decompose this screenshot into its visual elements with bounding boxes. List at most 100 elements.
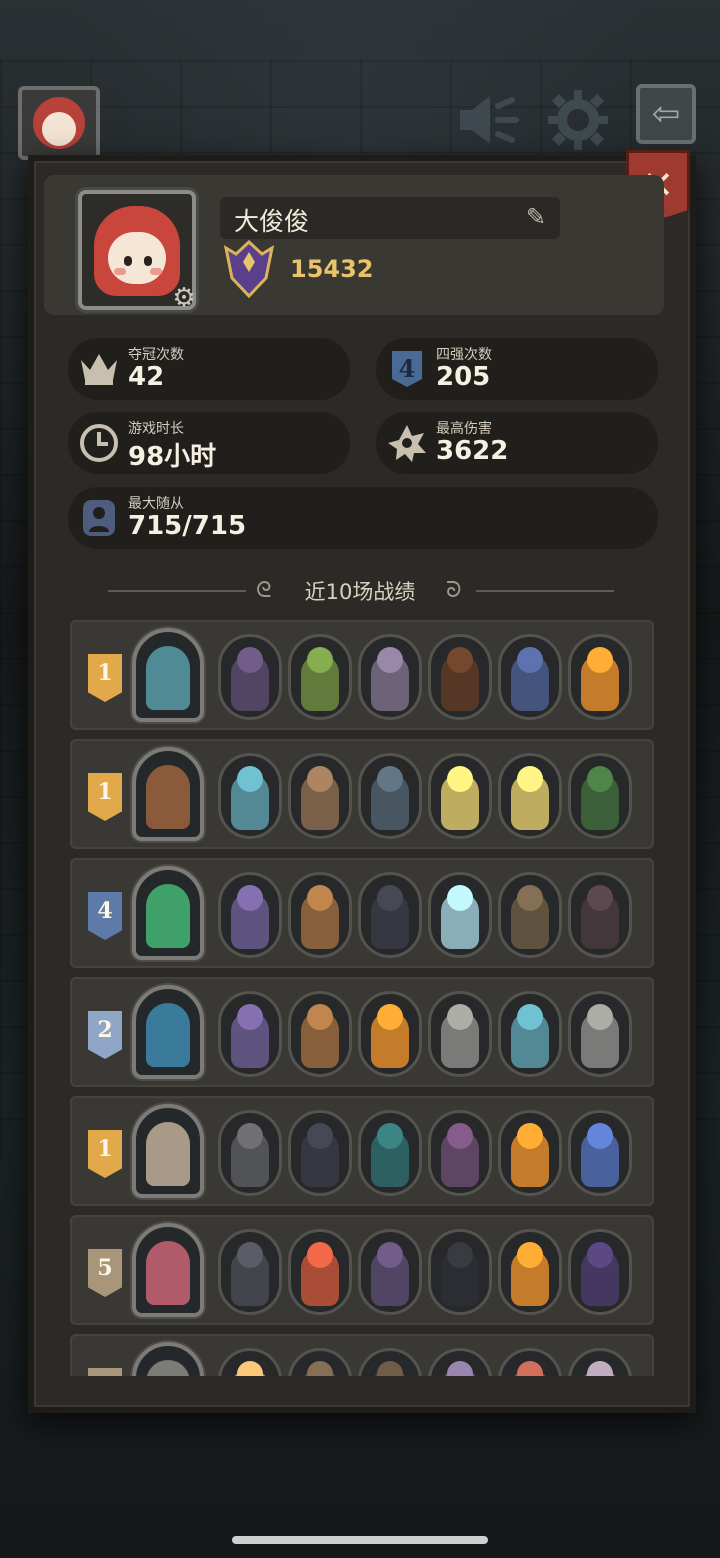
minion-head <box>587 1123 613 1149</box>
minion-card[interactable] <box>218 1348 282 1376</box>
match-history-list[interactable]: 1 1 4 2 1 5 <box>66 620 658 1376</box>
minion-card[interactable] <box>288 753 352 839</box>
hero-portrait[interactable] <box>132 1342 204 1376</box>
minion-card[interactable] <box>288 1348 352 1376</box>
minion-card[interactable] <box>218 991 282 1077</box>
minion-head <box>237 766 263 792</box>
match-row[interactable]: 1 <box>70 739 654 849</box>
svg-text:4: 4 <box>399 354 416 383</box>
hero-portrait[interactable] <box>132 1104 204 1198</box>
player-name-bar[interactable]: 大俊俊 ✎ <box>220 197 560 239</box>
match-row[interactable]: 1 <box>70 1096 654 1206</box>
minion-card[interactable] <box>358 1229 422 1315</box>
top4-icon: 4 <box>384 346 430 392</box>
minion-card[interactable] <box>358 872 422 958</box>
minion-card[interactable] <box>428 991 492 1077</box>
hero-portrait[interactable] <box>132 1223 204 1317</box>
minion-card[interactable] <box>218 634 282 720</box>
hero-portrait[interactable] <box>132 747 204 841</box>
minion-card[interactable] <box>568 1110 632 1196</box>
hero-portrait[interactable] <box>132 985 204 1079</box>
minion-card[interactable] <box>218 872 282 958</box>
match-row[interactable]: 5 <box>70 1215 654 1325</box>
minion-card[interactable] <box>288 1229 352 1315</box>
minion-card[interactable] <box>498 753 562 839</box>
minion-card[interactable] <box>288 991 352 1077</box>
exit-button[interactable]: ⇦ <box>636 84 696 144</box>
minion-head <box>307 647 333 673</box>
minion-head <box>587 1361 613 1376</box>
minion-head <box>517 1123 543 1149</box>
minion-card[interactable] <box>288 872 352 958</box>
placement-badge: 1 <box>88 1130 122 1178</box>
hero-figure <box>146 765 190 829</box>
hero-portrait[interactable] <box>132 866 204 960</box>
minion-card[interactable] <box>568 1229 632 1315</box>
player-avatar[interactable]: ⚙ <box>78 190 198 312</box>
avatar-icon <box>33 97 85 149</box>
minion-head <box>587 1242 613 1268</box>
minion-card[interactable] <box>498 634 562 720</box>
stat-value: 98小时 <box>128 442 217 472</box>
minion-card[interactable] <box>428 1110 492 1196</box>
hero-figure <box>146 1003 190 1067</box>
crown-icon <box>76 346 122 392</box>
minion-card[interactable] <box>568 872 632 958</box>
minion-card[interactable] <box>568 1348 632 1376</box>
match-row[interactable] <box>70 1334 654 1376</box>
minion-icon <box>76 495 122 541</box>
minion-card[interactable] <box>218 1110 282 1196</box>
hero-portrait[interactable] <box>132 628 204 722</box>
minion-card[interactable] <box>358 634 422 720</box>
minion-card[interactable] <box>568 634 632 720</box>
avatar-settings-gear-icon[interactable]: ⚙ <box>170 284 198 312</box>
stat-label: 四强次数 <box>436 347 492 363</box>
minion-head <box>377 1123 403 1149</box>
minion-head <box>587 885 613 911</box>
placement-badge: 1 <box>88 773 122 821</box>
hero-figure <box>146 1360 190 1376</box>
minion-card[interactable] <box>428 1348 492 1376</box>
minion-card[interactable] <box>428 1229 492 1315</box>
settings-gear-icon[interactable] <box>546 88 610 152</box>
stat-value: 3622 <box>436 436 509 466</box>
minion-card[interactable] <box>568 991 632 1077</box>
back-arrow-icon: ⇦ <box>651 94 681 134</box>
minion-head <box>587 647 613 673</box>
minion-card[interactable] <box>498 1229 562 1315</box>
minion-card[interactable] <box>358 991 422 1077</box>
sound-off-icon[interactable] <box>456 88 520 152</box>
match-row[interactable]: 1 <box>70 620 654 730</box>
minion-head <box>377 1004 403 1030</box>
minion-card[interactable] <box>358 753 422 839</box>
avatar-portrait <box>94 206 180 296</box>
minion-card[interactable] <box>288 634 352 720</box>
minion-card[interactable] <box>428 872 492 958</box>
minion-head <box>307 1123 333 1149</box>
minion-card[interactable] <box>428 753 492 839</box>
minion-card[interactable] <box>568 753 632 839</box>
minion-card[interactable] <box>428 634 492 720</box>
minion-card[interactable] <box>498 1348 562 1376</box>
divider-right <box>476 590 614 592</box>
minion-card[interactable] <box>358 1348 422 1376</box>
minion-card[interactable] <box>498 1110 562 1196</box>
minion-head <box>377 1361 403 1376</box>
minion-head <box>307 766 333 792</box>
minion-card[interactable] <box>218 753 282 839</box>
match-row[interactable]: 2 <box>70 977 654 1087</box>
clock-icon <box>76 420 122 466</box>
top-avatar-button[interactable] <box>18 86 100 160</box>
match-row[interactable]: 4 <box>70 858 654 968</box>
minion-card[interactable] <box>218 1229 282 1315</box>
minion-card[interactable] <box>498 991 562 1077</box>
stat-play-time: 游戏时长 98小时 <box>68 412 350 474</box>
hero-figure <box>146 646 190 710</box>
minion-head <box>587 766 613 792</box>
minion-card[interactable] <box>358 1110 422 1196</box>
edit-pencil-icon[interactable]: ✎ <box>526 203 546 231</box>
minion-card[interactable] <box>288 1110 352 1196</box>
home-indicator[interactable] <box>232 1536 488 1544</box>
minion-card[interactable] <box>498 872 562 958</box>
minion-head <box>517 766 543 792</box>
